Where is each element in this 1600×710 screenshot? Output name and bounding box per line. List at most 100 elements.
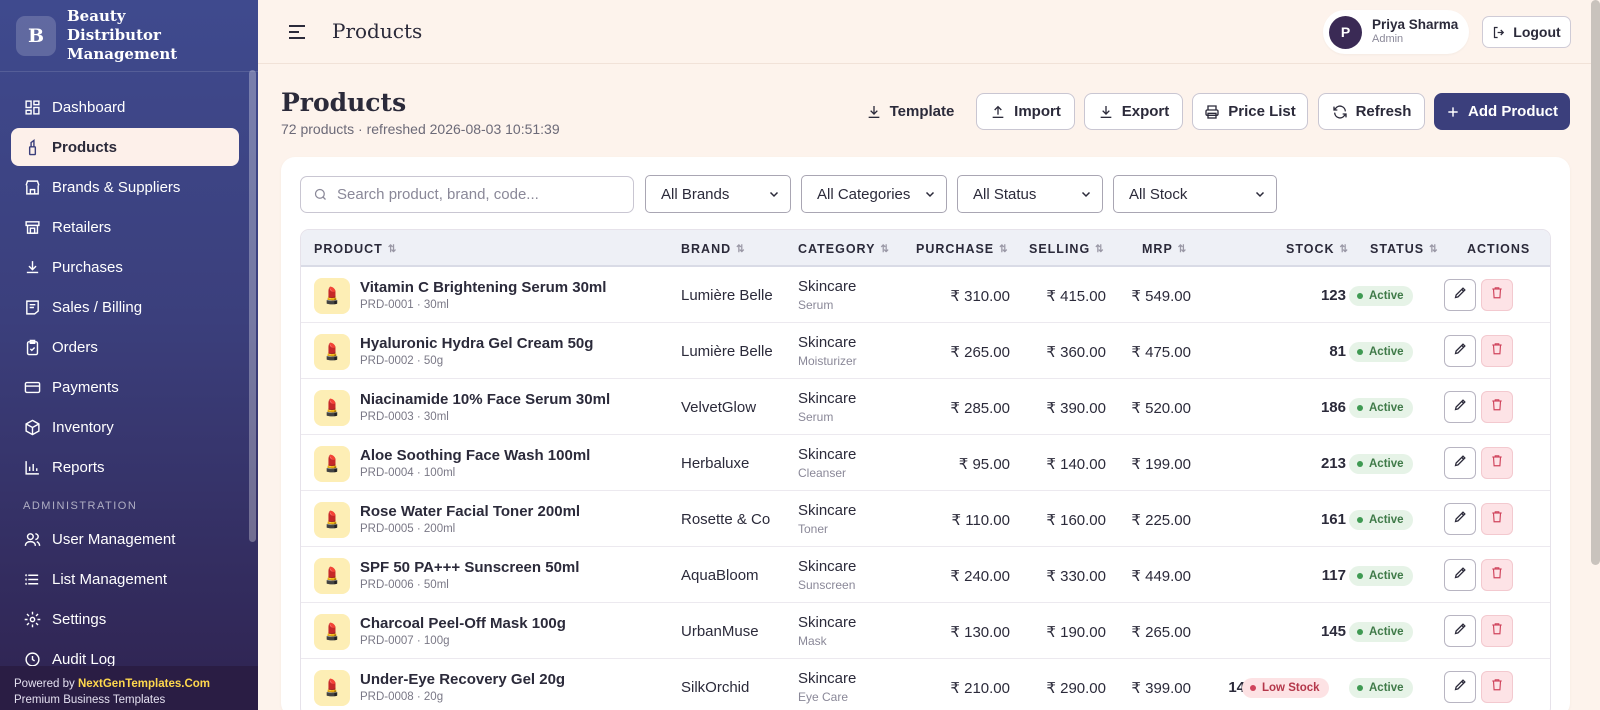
column-header-brand[interactable]: BRAND ⇅ — [681, 242, 745, 256]
table-row[interactable]: 💄 Charcoal Peel-Off Mask 100g PRD-0007 · 1… — [301, 603, 1550, 659]
table-row[interactable]: 💄 Hyaluronic Hydra Gel Cream 50g PRD-0002 … — [301, 323, 1550, 379]
sidebar-item-products[interactable]: Products — [11, 128, 239, 166]
product-name[interactable]: Aloe Soothing Face Wash 100ml — [360, 447, 590, 464]
sidebar-item-orders[interactable]: Orders — [11, 328, 239, 366]
app-logo[interactable]: B — [16, 15, 56, 56]
mrp-price: ₹ 475.00 — [1131, 344, 1191, 361]
delete-button[interactable] — [1481, 391, 1513, 423]
product-name[interactable]: Rose Water Facial Toner 200ml — [360, 503, 580, 520]
user-menu[interactable]: P Priya Sharma Admin — [1323, 10, 1469, 54]
sidebar-item-reports[interactable]: Reports — [11, 448, 239, 486]
sidebar-item-payments[interactable]: Payments — [11, 368, 239, 406]
edit-button[interactable] — [1444, 447, 1476, 479]
lipstick-icon: 💄 — [322, 288, 342, 305]
export-button[interactable]: Export — [1084, 93, 1183, 130]
product-image: 💄 — [314, 558, 350, 594]
search-input[interactable] — [337, 186, 617, 203]
product-name[interactable]: Niacinamide 10% Face Serum 30ml — [360, 391, 610, 408]
delete-button[interactable] — [1481, 335, 1513, 367]
powered-brand-link[interactable]: NextGenTemplates.Com — [78, 678, 210, 690]
user-role: Admin — [1372, 33, 1404, 45]
stock-flag-label: Low Stock — [1262, 682, 1320, 694]
column-header-stock[interactable]: STOCK ⇅ — [1286, 242, 1348, 256]
product-name[interactable]: Under-Eye Recovery Gel 20g — [360, 671, 565, 688]
sidebar-nav: Dashboard Products Brands & Suppliers Re… — [0, 72, 258, 678]
selling-price: ₹ 290.00 — [1046, 680, 1106, 697]
table-row[interactable]: 💄 Rose Water Facial Toner 200ml PRD-0005 ·… — [301, 491, 1550, 547]
table-row[interactable]: 💄 Niacinamide 10% Face Serum 30ml PRD-0003… — [301, 379, 1550, 435]
column-header-category[interactable]: CATEGORY ⇅ — [798, 242, 889, 256]
purchase-price: ₹ 130.00 — [950, 624, 1010, 641]
delete-button[interactable] — [1481, 447, 1513, 479]
sort-icon: ⇅ — [999, 243, 1008, 255]
sidebar-item-user-management[interactable]: User Management — [11, 520, 239, 558]
stock-filter-select[interactable]: All Stock — [1113, 175, 1277, 213]
add-product-button[interactable]: Add Product — [1434, 93, 1570, 130]
product-code: PRD-0003 · 30ml — [360, 411, 449, 423]
delete-button[interactable] — [1481, 559, 1513, 591]
powered-by: Powered by NextGenTemplates.Com — [14, 676, 258, 692]
edit-button[interactable] — [1444, 391, 1476, 423]
stock-value: 145 — [1320, 623, 1346, 640]
product-category: Skincare — [798, 614, 857, 631]
refresh-button[interactable]: Refresh — [1318, 93, 1425, 130]
delete-button[interactable] — [1481, 503, 1513, 535]
sidebar-item-label: Sales / Billing — [52, 298, 143, 316]
column-header-product[interactable]: PRODUCT ⇅ — [314, 242, 396, 256]
brand-filter-select[interactable]: All Brands — [645, 175, 791, 213]
edit-button[interactable] — [1444, 335, 1476, 367]
delete-button[interactable] — [1481, 279, 1513, 311]
edit-button[interactable] — [1444, 503, 1476, 535]
product-name[interactable]: Charcoal Peel-Off Mask 100g — [360, 615, 566, 632]
status-label: Active — [1369, 570, 1404, 582]
selling-price: ₹ 415.00 — [1046, 288, 1106, 305]
product-category: Skincare — [798, 670, 857, 687]
sidebar-item-sales-billing[interactable]: Sales / Billing — [11, 288, 239, 326]
lipstick-icon: 💄 — [322, 624, 342, 641]
edit-button[interactable] — [1444, 671, 1476, 703]
sidebar-item-retailers[interactable]: Retailers — [11, 208, 239, 246]
sidebar-item-purchases[interactable]: Purchases — [11, 248, 239, 286]
product-subcategory: Eye Care — [798, 690, 849, 704]
column-header-status[interactable]: STATUS ⇅ — [1370, 242, 1438, 256]
delete-button[interactable] — [1481, 615, 1513, 647]
product-code: PRD-0007 · 100g — [360, 635, 450, 647]
column-header-mrp[interactable]: MRP ⇅ — [1142, 242, 1186, 256]
template-button[interactable]: Template — [862, 93, 958, 130]
price-list-button[interactable]: Price List — [1192, 93, 1308, 130]
column-header-selling[interactable]: SELLING ⇅ — [1029, 242, 1104, 256]
product-name[interactable]: Hyaluronic Hydra Gel Cream 50g — [360, 335, 593, 352]
search-box[interactable] — [300, 176, 634, 213]
edit-button[interactable] — [1444, 559, 1476, 591]
import-button[interactable]: Import — [976, 93, 1075, 130]
sidebar-item-list-management[interactable]: List Management — [11, 560, 239, 598]
sidebar-item-brands-suppliers[interactable]: Brands & Suppliers — [11, 168, 239, 206]
pencil-icon — [1453, 565, 1468, 585]
product-name[interactable]: SPF 50 PA+++ Sunscreen 50ml — [360, 559, 579, 576]
edit-button[interactable] — [1444, 615, 1476, 647]
sidebar-item-inventory[interactable]: Inventory — [11, 408, 239, 446]
column-header-purchase[interactable]: PURCHASE ⇅ — [916, 242, 1008, 256]
users-icon — [23, 530, 41, 548]
page-scrollbar[interactable] — [1591, 0, 1600, 565]
sort-icon: ⇅ — [736, 243, 745, 255]
sidebar-scrollbar[interactable] — [249, 70, 256, 542]
logout-button[interactable]: Logout — [1482, 16, 1571, 48]
top-bar: Products P Priya Sharma Admin Logout — [258, 0, 1595, 64]
upload-icon — [992, 105, 1004, 118]
product-subcategory: Cleanser — [798, 466, 847, 480]
delete-button[interactable] — [1481, 671, 1513, 703]
status-filter-select[interactable]: All Status — [957, 175, 1103, 213]
table-row[interactable]: 💄 Aloe Soothing Face Wash 100ml PRD-0004 ·… — [301, 435, 1550, 491]
sidebar-item-label: Audit Log — [52, 650, 116, 668]
category-filter-select[interactable]: All Categories — [801, 175, 947, 213]
product-name[interactable]: Vitamin C Brightening Serum 30ml — [360, 279, 606, 296]
table-row[interactable]: 💄 Under-Eye Recovery Gel 20g PRD-0008 · 20… — [301, 659, 1550, 710]
lipstick-icon — [23, 138, 41, 156]
table-row[interactable]: 💄 SPF 50 PA+++ Sunscreen 50ml PRD-0006 · 5… — [301, 547, 1550, 603]
sidebar-item-dashboard[interactable]: Dashboard — [11, 88, 239, 126]
edit-button[interactable] — [1444, 279, 1476, 311]
table-row[interactable]: 💄 Vitamin C Brightening Serum 30ml PRD-000… — [301, 267, 1550, 323]
sidebar-item-settings[interactable]: Settings — [11, 600, 239, 638]
menu-toggle-icon[interactable] — [288, 24, 306, 45]
